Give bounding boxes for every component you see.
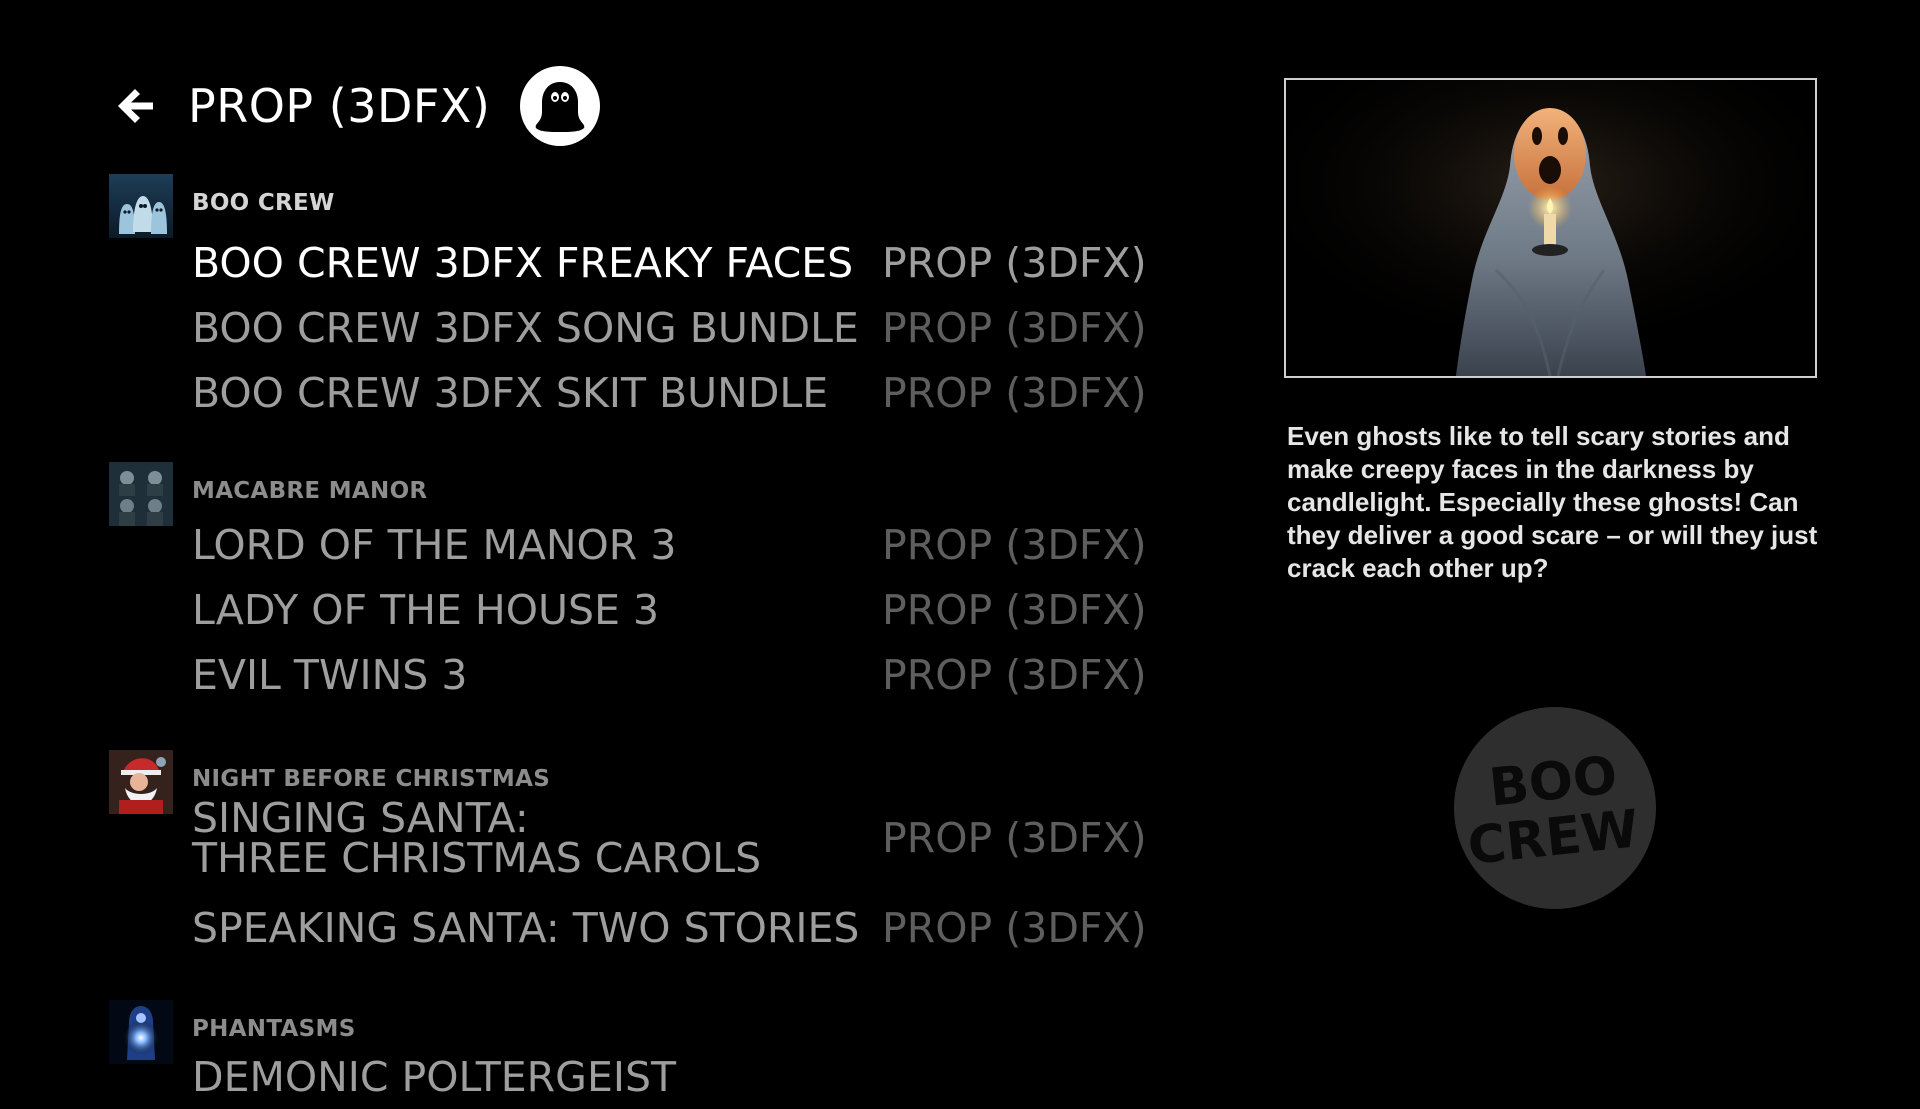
item-title-line: THREE CHRISTMAS CAROLS [192,834,762,882]
group-label: MACABRE MANOR [192,478,428,504]
list-item[interactable]: LADY OF THE HOUSE 3 PROP (3DFX) [192,577,1192,642]
group-thumbnail [109,750,173,814]
item-type: PROP (3DFX) [882,585,1147,634]
item-type: PROP (3DFX) [882,520,1147,569]
list-item[interactable]: DEMONIC POLTERGEIST [192,1044,1192,1109]
back-button[interactable] [110,81,160,131]
list-item[interactable]: SINGING SANTA: THREE CHRISTMAS CAROLS PR… [192,790,1192,886]
page-title: PROP (3DFX) [188,79,491,133]
list-item[interactable]: EVIL TWINS 3 PROP (3DFX) [192,642,1192,707]
ghost-icon[interactable] [520,66,601,146]
item-title-line: SINGING SANTA: [192,794,529,842]
preview-image [1284,78,1817,378]
item-type: PROP (3DFX) [882,814,1147,862]
group-thumbnail [109,1000,173,1064]
item-title: SINGING SANTA: THREE CHRISTMAS CAROLS [192,794,882,882]
item-title: BOO CREW 3DFX SKIT BUNDLE [192,368,829,417]
header: PROP (3DFX) [110,63,601,149]
list-item[interactable]: BOO CREW 3DFX FREAKY FACES PROP (3DFX) [192,230,1192,295]
group-label: NIGHT BEFORE CHRISTMAS [192,766,551,792]
item-title: BOO CREW 3DFX SONG BUNDLE [192,303,859,352]
group-thumbnail [109,462,173,526]
item-type: PROP (3DFX) [882,903,1147,952]
item-title: SPEAKING SANTA: TWO STORIES [192,903,860,952]
item-title: EVIL TWINS 3 [192,650,468,699]
item-title: LORD OF THE MANOR 3 [192,520,677,569]
group-thumbnail [109,174,173,238]
group-label: PHANTASMS [192,1016,356,1042]
item-title: DEMONIC POLTERGEIST [192,1052,677,1101]
list-item[interactable]: BOO CREW 3DFX SKIT BUNDLE PROP (3DFX) [192,360,1192,425]
group-label: BOO CREW [192,190,335,216]
item-type: PROP (3DFX) [882,368,1147,417]
item-type: PROP (3DFX) [882,650,1147,699]
list-item[interactable]: SPEAKING SANTA: TWO STORIES PROP (3DFX) [192,895,1192,960]
boo-crew-logo: BOO CREW [1454,707,1656,909]
list-item[interactable]: BOO CREW 3DFX SONG BUNDLE PROP (3DFX) [192,295,1192,360]
arrow-left-icon [118,89,153,123]
item-title: LADY OF THE HOUSE 3 [192,585,660,634]
item-title: BOO CREW 3DFX FREAKY FACES [192,238,854,287]
item-type: PROP (3DFX) [882,303,1147,352]
item-description: Even ghosts like to tell scary stories a… [1287,421,1818,583]
item-type: PROP (3DFX) [882,238,1147,287]
list-item[interactable]: LORD OF THE MANOR 3 PROP (3DFX) [192,512,1192,577]
